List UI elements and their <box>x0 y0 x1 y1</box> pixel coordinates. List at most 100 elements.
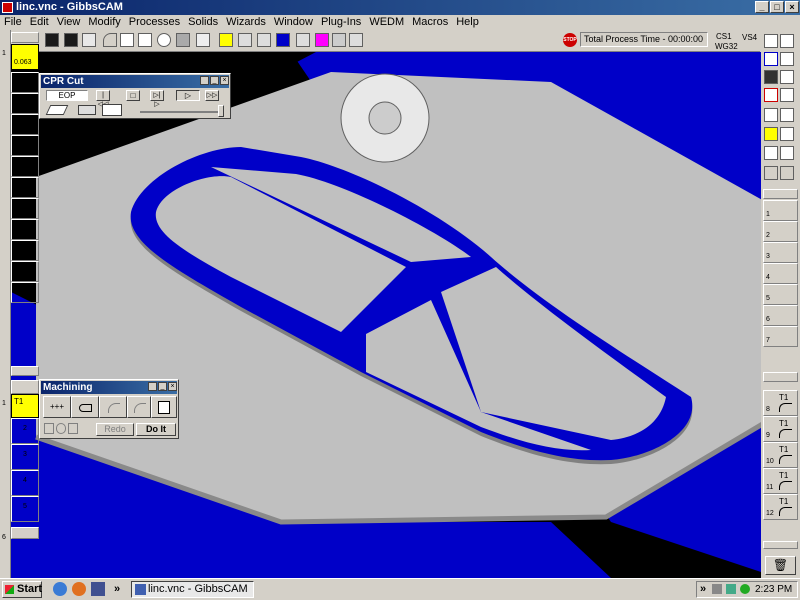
workgroup-icon[interactable] <box>780 146 794 160</box>
fast-forward-button[interactable]: ▷▷ <box>205 90 219 101</box>
shape-icon[interactable] <box>176 33 190 47</box>
rewind-button[interactable]: |◁◁ <box>96 90 110 108</box>
help-pointer-icon[interactable] <box>349 33 363 47</box>
cut-view-icon[interactable] <box>102 104 122 116</box>
machining-opt-icon-1[interactable] <box>44 423 54 434</box>
right-cell[interactable]: 4 <box>763 263 798 284</box>
menu-help[interactable]: Help <box>452 15 483 29</box>
profile-process-button[interactable] <box>127 396 151 418</box>
firefox-icon[interactable] <box>72 582 86 596</box>
right-cell[interactable]: 1 <box>763 200 798 221</box>
frame-icon[interactable] <box>780 52 794 66</box>
redo-button[interactable]: Redo <box>96 423 134 436</box>
left-cell[interactable]: 11 <box>11 261 39 282</box>
surface-icon[interactable] <box>257 33 271 47</box>
cad-viewport[interactable] <box>11 52 761 578</box>
menu-solids[interactable]: Solids <box>184 15 222 29</box>
drill-process-button[interactable]: +++ <box>43 396 71 418</box>
do-it-button[interactable]: Do It <box>136 423 176 436</box>
cpr-slider-thumb[interactable] <box>218 105 224 117</box>
menu-macros[interactable]: Macros <box>408 15 452 29</box>
rectangle-icon[interactable] <box>138 33 152 47</box>
left-cell[interactable]: 6 <box>11 156 39 177</box>
stock-view-icon[interactable] <box>45 105 69 115</box>
stop-icon[interactable]: STOP <box>563 33 577 47</box>
edit-icon[interactable] <box>780 70 794 84</box>
view-compass-center[interactable] <box>368 101 402 135</box>
right-cell[interactable]: 6 <box>763 305 798 326</box>
menu-window[interactable]: Window <box>270 15 317 29</box>
arc-icon[interactable] <box>103 33 117 47</box>
cpr-pin-button[interactable] <box>200 76 209 85</box>
machining-close-button[interactable]: × <box>168 382 177 391</box>
cpr-minimize-button[interactable]: _ <box>210 76 219 85</box>
left-cell[interactable]: 5 <box>11 135 39 156</box>
machining-minimize-button[interactable]: _ <box>158 382 167 391</box>
text-tool-icon[interactable] <box>64 33 78 47</box>
app-launch-icon[interactable] <box>91 582 105 596</box>
left-cell[interactable]: 3 <box>11 93 39 114</box>
left-bottom-scroll-down[interactable] <box>11 527 39 539</box>
shade-icon[interactable] <box>764 127 778 141</box>
eye-icon[interactable] <box>764 108 778 122</box>
left-cell[interactable]: 4 <box>11 114 39 135</box>
tool-slot-10[interactable]: 10 T1 <box>763 442 798 468</box>
tray-chevron[interactable]: » <box>700 583 706 595</box>
left-bottom-cell[interactable]: 5 <box>11 496 39 522</box>
right-scroll-down[interactable] <box>763 372 798 382</box>
right-bottom-scroll[interactable] <box>763 541 798 549</box>
tool-holder-icon[interactable] <box>764 70 778 84</box>
menu-edit[interactable]: Edit <box>26 15 53 29</box>
left-bottom-cell[interactable]: 3 <box>11 444 39 470</box>
trash-icon[interactable]: 🗑 <box>765 556 796 575</box>
left-cell[interactable]: 7 <box>11 177 39 198</box>
graph-icon[interactable] <box>764 88 778 102</box>
right-cell[interactable]: 7 <box>763 326 798 347</box>
quicklaunch-chevron[interactable]: » <box>114 583 120 595</box>
layers-icon[interactable] <box>780 88 794 102</box>
box-icon[interactable] <box>238 33 252 47</box>
close-button[interactable]: × <box>785 1 799 13</box>
cube-icon[interactable] <box>82 33 96 47</box>
rect-select-icon[interactable] <box>764 52 778 66</box>
left-bottom-cell[interactable]: 2 <box>11 418 39 444</box>
left-bottom-cell[interactable]: 4 <box>11 470 39 496</box>
contour-process-button[interactable] <box>71 396 99 418</box>
minimize-button[interactable]: _ <box>755 1 769 13</box>
tool-slot-9[interactable]: 9 T1 <box>763 416 798 442</box>
left-cell[interactable]: 8 <box>11 198 39 219</box>
solid-icon[interactable] <box>219 33 233 47</box>
menu-wedm[interactable]: WEDM <box>365 15 408 29</box>
tool-slot-11[interactable]: 11 T1 <box>763 468 798 494</box>
axis-icon[interactable] <box>764 146 778 160</box>
right-cell[interactable]: 3 <box>763 242 798 263</box>
left-scroll-up[interactable] <box>11 32 39 43</box>
tray-app-icon[interactable] <box>726 584 736 594</box>
left-scroll-down[interactable] <box>11 366 39 376</box>
security-icon[interactable] <box>740 584 750 594</box>
tool-slot-8[interactable]: 8 T1 <box>763 390 798 416</box>
machine-tool-button[interactable] <box>151 396 177 418</box>
left-cell[interactable]: 2 <box>11 72 39 93</box>
right-cell[interactable]: 5 <box>763 284 798 305</box>
network-icon[interactable] <box>712 584 722 594</box>
menu-processes[interactable]: Processes <box>125 15 184 29</box>
print-icon[interactable] <box>196 33 210 47</box>
left-cell[interactable]: 9 <box>11 219 39 240</box>
select-icon[interactable] <box>296 33 310 47</box>
cut-icon[interactable] <box>780 166 794 180</box>
machining-opt-icon-2[interactable] <box>56 423 66 434</box>
circle-icon[interactable] <box>157 33 171 47</box>
maximize-button[interactable]: □ <box>770 1 784 13</box>
pocket-process-button[interactable] <box>99 396 127 418</box>
play-button[interactable]: ▷ <box>176 90 200 101</box>
tool-color-icon[interactable] <box>276 33 290 47</box>
new-document-icon[interactable] <box>764 34 778 48</box>
ie-icon[interactable] <box>53 582 67 596</box>
step-button[interactable]: ▷|▷ <box>150 90 164 108</box>
tool-slot-12[interactable]: 12 T1 <box>763 494 798 520</box>
solid-view-icon[interactable] <box>45 33 59 47</box>
cpr-close-button[interactable]: × <box>220 76 229 85</box>
open-document-icon[interactable] <box>780 34 794 48</box>
stop-button[interactable]: □ <box>126 90 140 101</box>
